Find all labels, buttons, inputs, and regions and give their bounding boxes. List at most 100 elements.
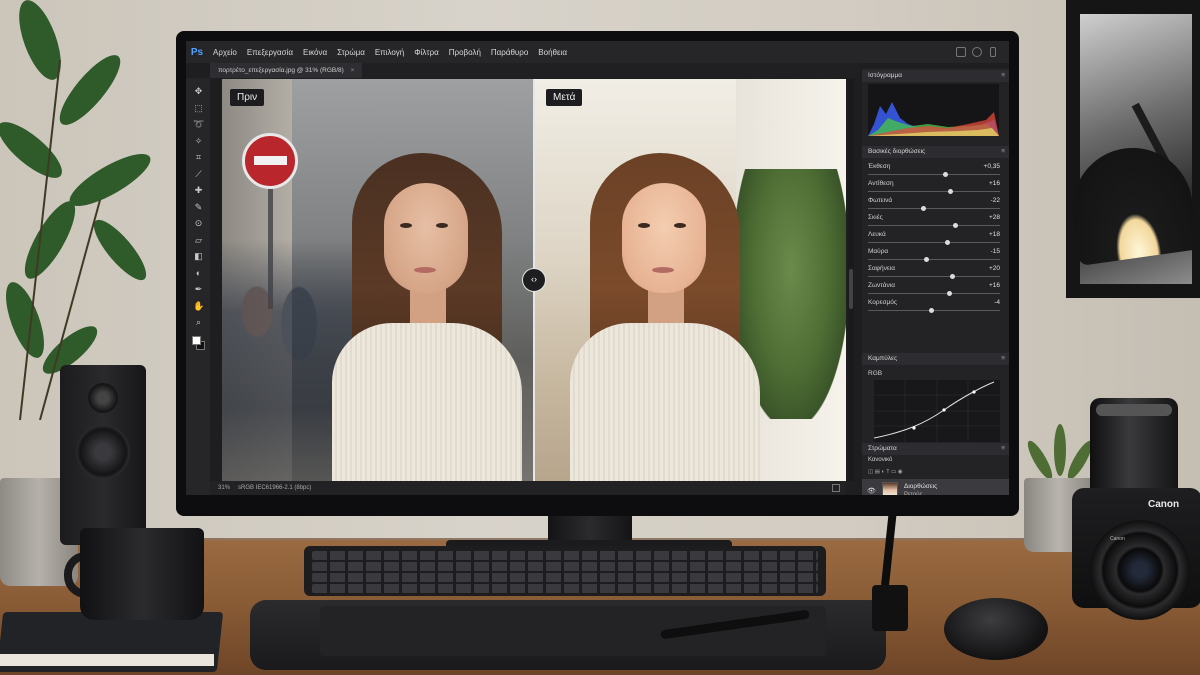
menu-filter[interactable]: Φίλτρα [409, 48, 444, 57]
camera-brand-logo: Canon [1148, 499, 1180, 510]
marquee-tool-icon[interactable]: ⬚ [193, 103, 204, 114]
adjustment-label: Σκιές [868, 214, 883, 221]
dodge-tool-icon[interactable]: ◐ [193, 268, 204, 279]
after-label: Μετά [546, 89, 583, 106]
status-bar: 31% sRGB IEC61966-2.1 (8bpc) [210, 481, 846, 495]
curves-channel[interactable]: RGB [868, 370, 882, 377]
computer-mouse [944, 598, 1048, 660]
eyedropper-icon[interactable]: ⟋ [193, 169, 204, 180]
app-logo-icon[interactable]: Ps [186, 41, 208, 63]
share-icon[interactable] [990, 47, 996, 57]
blend-mode-select[interactable]: Κανονικό [868, 457, 1004, 467]
menu-window[interactable]: Παράθυρο [486, 48, 533, 57]
adjustment-slider-handle[interactable] [950, 274, 956, 279]
adjustment-slider-handle[interactable] [947, 189, 953, 194]
panel-menu-icon[interactable]: ≡ [1001, 443, 1005, 455]
adjustment-label: Φωτεινά [868, 197, 893, 204]
canvas-scrollbar[interactable] [848, 79, 854, 481]
histogram-title: Ιστόγραμμα [868, 72, 902, 79]
adjustment-slider-track[interactable] [868, 208, 1000, 209]
adjustment-slider-track[interactable] [868, 293, 1000, 294]
adjustment-row: Έκθεση +0,35 [868, 163, 1000, 179]
adjustment-label: Αντίθεση [868, 180, 894, 187]
move-tool-icon[interactable]: ✥ [193, 86, 204, 97]
close-tab-icon[interactable]: × [351, 67, 355, 74]
adjustment-label: Μαύρα [868, 248, 889, 255]
panel-menu-icon[interactable]: ≡ [1001, 70, 1005, 82]
layer-name: Διορθώσεις [904, 483, 938, 490]
histogram-panel-header[interactable]: Ιστόγραμμα ≡ [862, 70, 1009, 82]
portrait-subject-after [570, 153, 760, 481]
adjustment-slider-handle[interactable] [953, 223, 959, 228]
menu-file[interactable]: Αρχείο [208, 48, 242, 57]
document-tab[interactable]: πορτρέτο_επεξεργασία.jpg @ 31% (RGB/8) × [210, 63, 363, 78]
crop-tool-icon[interactable]: ⌗ [193, 152, 204, 163]
eraser-tool-icon[interactable]: ▱ [193, 235, 204, 246]
adjustment-slider-track[interactable] [868, 276, 1000, 277]
adjustment-slider-handle[interactable] [946, 291, 952, 296]
adjustment-slider-track[interactable] [868, 225, 1000, 226]
menu-layer[interactable]: Στρώμα [332, 48, 370, 57]
visibility-eye-icon[interactable]: 👁 [867, 487, 876, 495]
hand-tool-icon[interactable]: ✋ [193, 301, 204, 312]
adjustment-value[interactable]: -22 [991, 197, 1000, 204]
layer-filter-tools[interactable]: ◫ ▤ ◐ T ▭ ◉ [868, 469, 1004, 478]
menu-help[interactable]: Βοήθεια [533, 48, 572, 57]
editor-window: Ps Αρχείο Επεξεργασία Εικόνα Στρώμα Επιλ… [186, 41, 1009, 495]
adjustment-slider-track[interactable] [868, 174, 1000, 175]
basic-panel-header[interactable]: Βασικές διορθώσεις ≡ [862, 146, 1009, 158]
curves-panel-header[interactable]: Καμπύλες ≡ [862, 353, 1009, 365]
menu-edit[interactable]: Επεξεργασία [242, 48, 298, 57]
speaker-tweeter [88, 383, 118, 413]
right-panels: Ιστόγραμμα ≡ Βασικές διορθώσεις ≡ Έκθεση… [862, 68, 1009, 495]
adjustment-value[interactable]: -15 [991, 248, 1000, 255]
search-icon[interactable] [972, 47, 982, 57]
scrollbar-thumb[interactable] [849, 269, 853, 309]
adjustment-value[interactable]: -4 [994, 299, 1000, 306]
adjustment-value[interactable]: +16 [989, 180, 1000, 187]
adjustment-row: Ζωντάνια +16 [868, 282, 1000, 298]
adjustment-value[interactable]: +20 [989, 265, 1000, 272]
adjustment-slider-handle[interactable] [921, 206, 927, 211]
adjustment-slider-handle[interactable] [929, 308, 935, 313]
adjustment-value[interactable]: +28 [989, 214, 1000, 221]
adjustment-slider-handle[interactable] [945, 240, 951, 245]
curves-graph[interactable] [874, 380, 1000, 442]
lasso-tool-icon[interactable]: ➰ [193, 119, 204, 130]
panel-menu-icon[interactable]: ≡ [1001, 146, 1005, 158]
panel-menu-icon[interactable]: ≡ [1001, 353, 1005, 365]
after-image: Μετά [534, 79, 846, 481]
clone-stamp-icon[interactable]: ⊙ [193, 218, 204, 229]
menu-select[interactable]: Επιλογή [370, 48, 409, 57]
gradient-tool-icon[interactable]: ◧ [193, 251, 204, 262]
layer-row[interactable]: 👁 Διορθώσεις Ρετούς [862, 479, 1009, 495]
keyboard [304, 546, 826, 596]
magic-wand-icon[interactable]: ✧ [193, 136, 204, 147]
status-arrow-icon[interactable] [832, 484, 840, 492]
adjustment-slider-track[interactable] [868, 242, 1000, 243]
portrait-subject-before [332, 153, 522, 481]
pen-tool-icon[interactable]: ✒ [193, 284, 204, 295]
brush-tool-icon[interactable]: ✎ [193, 202, 204, 213]
image-canvas[interactable]: Πριν Μετά ‹› [222, 79, 846, 481]
adjustment-value[interactable]: +18 [989, 231, 1000, 238]
adjustment-slider-track[interactable] [868, 259, 1000, 260]
workspace-icon[interactable] [956, 47, 966, 57]
adjustment-slider-track[interactable] [868, 191, 1000, 192]
layers-panel-header[interactable]: Στρώματα ≡ [862, 443, 1009, 455]
adjustment-slider-handle[interactable] [942, 172, 948, 177]
healing-brush-icon[interactable]: ✚ [193, 185, 204, 196]
adjustment-value[interactable]: +16 [989, 282, 1000, 289]
adjustment-slider-handle[interactable] [924, 257, 930, 262]
zoom-tool-icon[interactable]: ⌕ [193, 317, 204, 328]
blend-mode-value: Κανονικό [868, 457, 893, 463]
adjustment-value[interactable]: +0,35 [984, 163, 1000, 170]
zoom-level[interactable]: 31% [218, 485, 230, 491]
before-image: Πριν [222, 79, 534, 481]
adjustment-row: Σκιές +28 [868, 214, 1000, 230]
menu-view[interactable]: Προβολή [444, 48, 486, 57]
compare-handle-icon[interactable]: ‹› [522, 268, 546, 292]
menu-image[interactable]: Εικόνα [298, 48, 332, 57]
camera-lens-text: Canon [1110, 536, 1125, 542]
foreground-color-swatch[interactable] [192, 336, 201, 345]
